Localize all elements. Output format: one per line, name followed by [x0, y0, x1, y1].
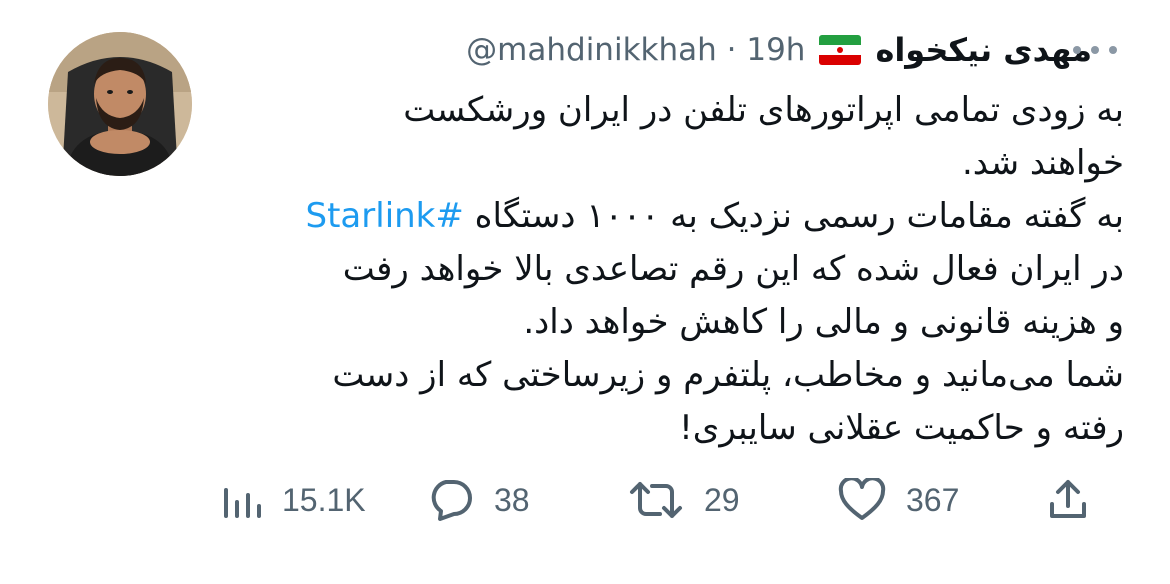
- user-handle[interactable]: @mahdinikkhah: [466, 32, 717, 68]
- text-line: به گفته مقامات رسمی نزدیک به ۱۰۰۰ دستگاه…: [224, 190, 1124, 243]
- text-line: رفته و حاکمیت عقلانی سایبری!: [679, 408, 1124, 448]
- reply-icon: [426, 478, 474, 522]
- text-line: شما می‌مانید و مخاطب، پلتفرم و زیرساختی …: [332, 355, 1124, 395]
- iran-flag-icon: [819, 35, 862, 65]
- reply-count: 38: [494, 481, 530, 518]
- tweet-header: مهدی نیکخواه @mahdinikkhah · 19h: [466, 28, 1092, 72]
- views-icon: [222, 480, 262, 520]
- handle-and-time[interactable]: @mahdinikkhah · 19h: [466, 32, 805, 68]
- views-count: 15.1K: [282, 481, 366, 518]
- retweet-button[interactable]: 29: [628, 470, 740, 530]
- hashtag-link[interactable]: #Starlink: [306, 196, 464, 236]
- like-count: 367: [906, 481, 960, 518]
- display-name[interactable]: مهدی نیکخواه: [875, 31, 1092, 69]
- tweet-text: به زودی تمامی اپراتورهای تلفن در ایران و…: [224, 84, 1124, 455]
- share-icon: [1046, 478, 1090, 522]
- more-options-icon[interactable]: [1073, 40, 1117, 60]
- share-button[interactable]: [1046, 470, 1090, 530]
- retweet-count: 29: [704, 481, 740, 518]
- tweet-card[interactable]: مهدی نیکخواه @mahdinikkhah · 19h به زودی…: [0, 0, 1170, 584]
- views-button[interactable]: 15.1K: [222, 470, 366, 530]
- like-button[interactable]: 367: [838, 470, 959, 530]
- separator-dot: ·: [726, 32, 737, 68]
- text-line: در ایران فعال شده که این رقم تصاعدی بالا…: [342, 249, 1124, 289]
- text-line: خواهند شد.: [961, 143, 1124, 183]
- text-line: به زودی تمامی اپراتورهای تلفن در ایران و…: [403, 90, 1124, 130]
- text-line-part: به گفته مقامات رسمی نزدیک به ۱۰۰۰ دستگاه: [463, 196, 1124, 236]
- timestamp[interactable]: 19h: [746, 32, 805, 68]
- retweet-icon: [628, 478, 684, 522]
- reply-button[interactable]: 38: [426, 470, 530, 530]
- like-icon: [838, 478, 886, 522]
- text-line: و هزینه قانونی و مالی را کاهش خواهد داد.: [523, 302, 1124, 342]
- action-bar: 15.1K 38 29 367: [0, 470, 1170, 530]
- avatar[interactable]: [48, 32, 192, 176]
